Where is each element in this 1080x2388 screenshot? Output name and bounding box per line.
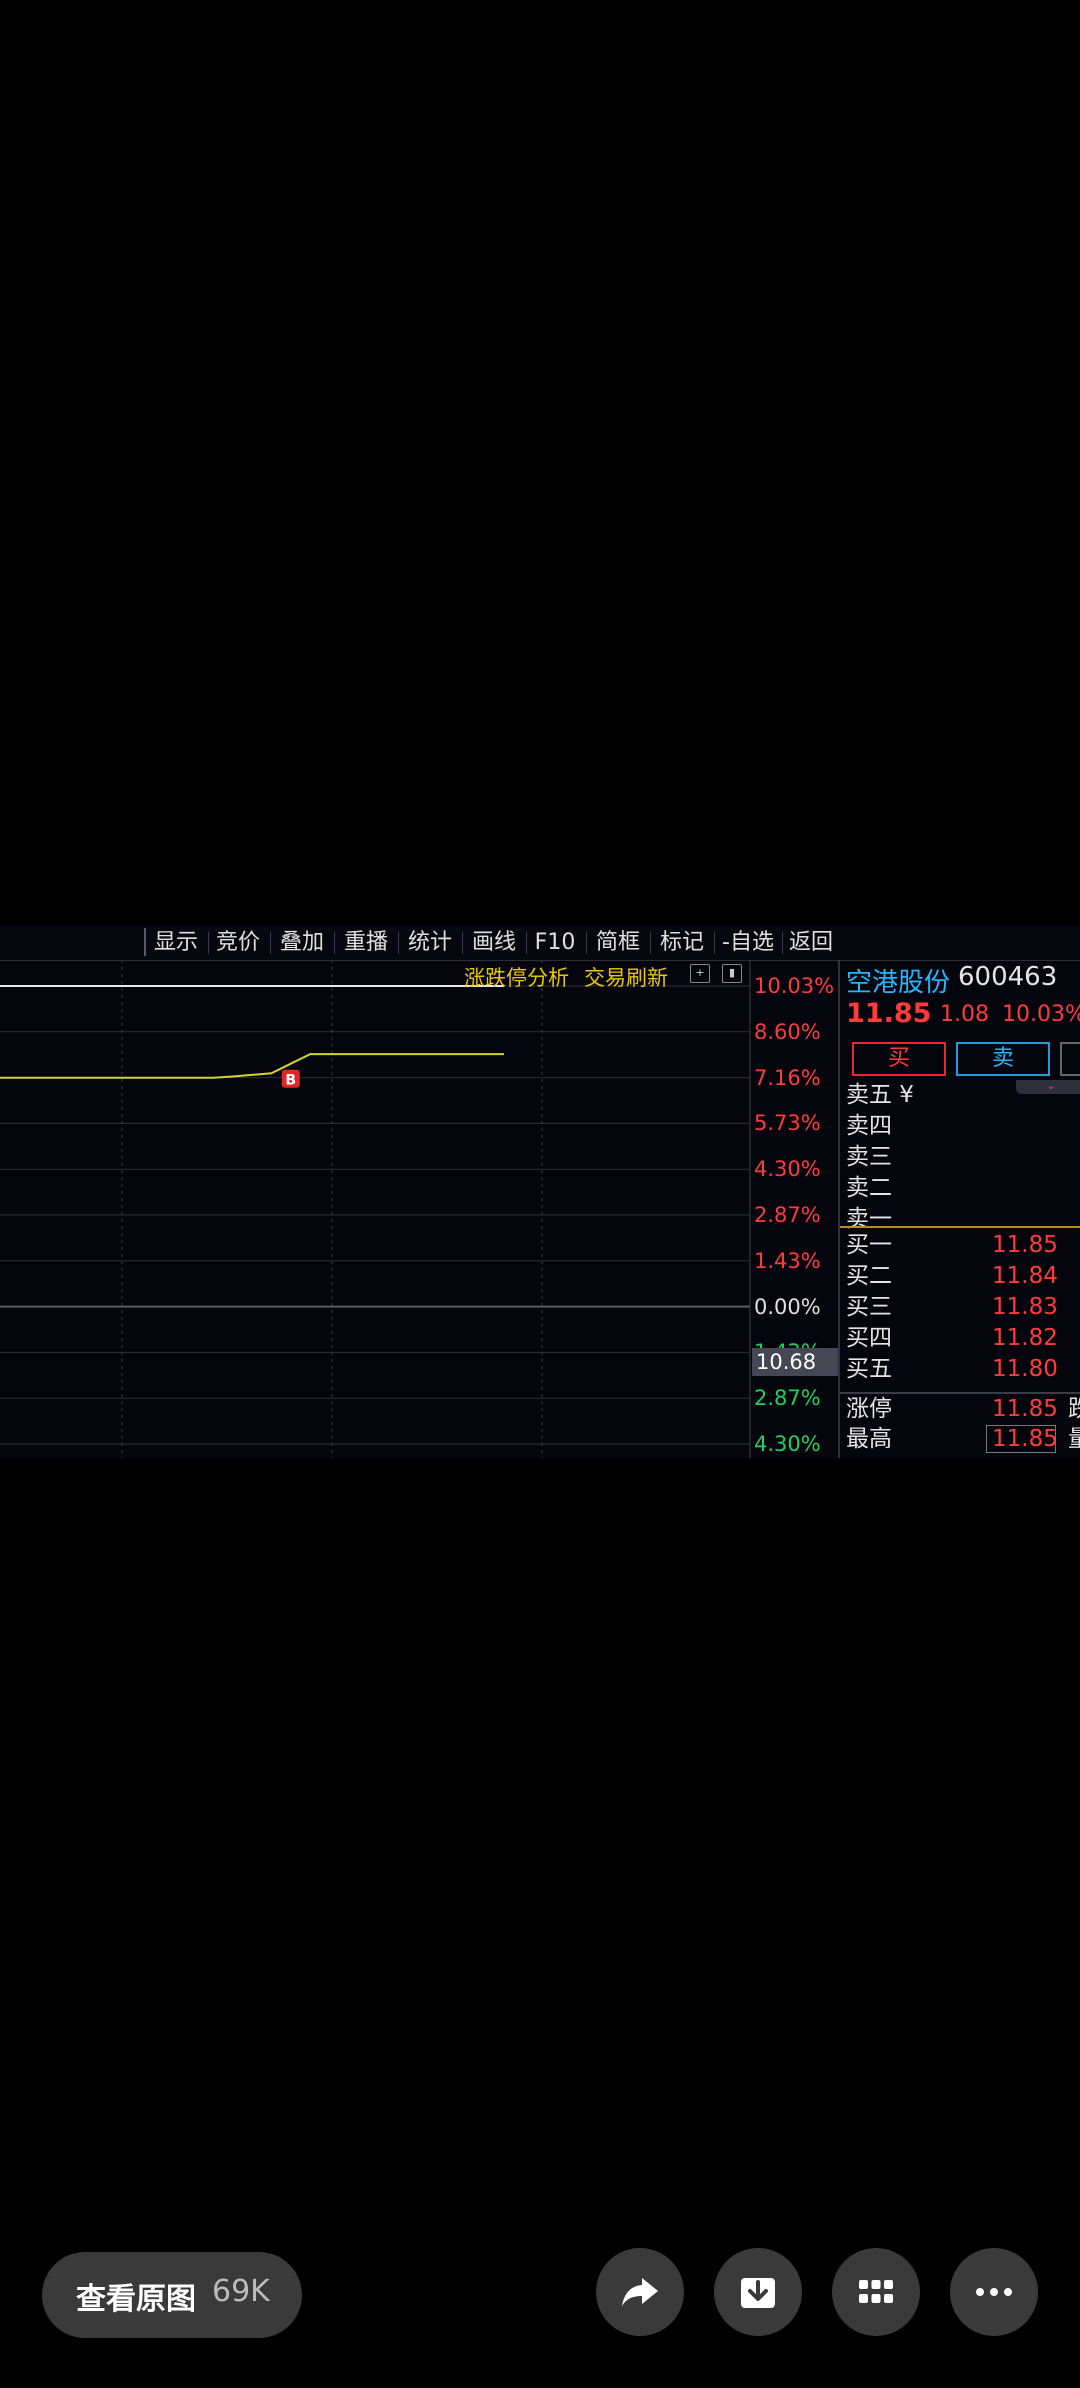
axis-tick-label: 8.60% bbox=[754, 1019, 821, 1044]
limit-up-label: 涨停 bbox=[846, 1396, 892, 1422]
more-button[interactable] bbox=[950, 2248, 1038, 2336]
more-trade-button[interactable] bbox=[1060, 1042, 1080, 1076]
menu-divider bbox=[144, 928, 146, 956]
ask-row: 卖二 bbox=[846, 1173, 1080, 1203]
high-label: 最高 bbox=[846, 1426, 892, 1452]
grid-button[interactable] bbox=[832, 2248, 920, 2336]
orderbook-divider bbox=[840, 1226, 1080, 1228]
menu-watchlist-remove[interactable]: -自选 bbox=[716, 926, 780, 960]
volume-label: 量 bbox=[1068, 1426, 1080, 1452]
quote-panel: 空港股份 600463 11.85 1.08 10.03% 买 卖 ⌄ 卖五 ¥… bbox=[838, 960, 1080, 1458]
view-original-button[interactable]: 查看原图 69K bbox=[42, 2252, 302, 2338]
bid-row: 买一 11.85 bbox=[846, 1230, 1080, 1260]
screenshot-region: 显示 竞价 叠加 重播 统计 画线 F10 简框 标记 -自选 返回 B 涨跌停… bbox=[0, 926, 1080, 1458]
ask-label: 卖四 bbox=[846, 1113, 892, 1139]
menu-separator bbox=[462, 932, 463, 954]
download-button[interactable] bbox=[714, 2248, 802, 2336]
bid-price: 11.82 bbox=[992, 1325, 1058, 1351]
intraday-chart[interactable]: B 涨跌停分析 交易刷新 + ▮ 10.03% 8.60% 7.16% 5.73% 4.… bbox=[0, 960, 838, 1458]
ask-row: 卖三 bbox=[846, 1142, 1080, 1172]
menu-separator bbox=[398, 932, 399, 954]
image-size: 69K bbox=[212, 2274, 270, 2309]
bid-row: 买四 11.82 bbox=[846, 1323, 1080, 1353]
menu-replay[interactable]: 重播 bbox=[338, 926, 394, 960]
trade-refresh-link[interactable]: 交易刷新 bbox=[584, 962, 668, 992]
menu-display[interactable]: 显示 bbox=[150, 926, 202, 960]
menu-separator bbox=[586, 932, 587, 954]
share-button[interactable] bbox=[596, 2248, 684, 2336]
menu-auction[interactable]: 竞价 bbox=[212, 926, 264, 960]
menu-separator bbox=[650, 932, 651, 954]
buy-marker: B bbox=[281, 1069, 300, 1089]
axis-tick-label: 7.16% bbox=[754, 1065, 821, 1090]
bid-row: 买二 11.84 bbox=[846, 1261, 1080, 1291]
bid-price: 11.83 bbox=[992, 1294, 1058, 1320]
bid-row: 买五 11.80 bbox=[846, 1354, 1080, 1384]
bid-label: 买四 bbox=[846, 1325, 892, 1351]
axis-tick-label: 2.87% bbox=[754, 1386, 821, 1411]
menu-back[interactable]: 返回 bbox=[784, 926, 838, 960]
menu-f10[interactable]: F10 bbox=[530, 926, 580, 960]
last-price: 11.85 bbox=[846, 998, 932, 1029]
chart-canvas: B bbox=[0, 960, 751, 1458]
price-change-pct: 10.03% bbox=[1002, 1002, 1080, 1027]
menu-separator bbox=[782, 932, 783, 954]
ask-label: 卖二 bbox=[846, 1175, 892, 1201]
ask-label: 卖五 ¥ bbox=[846, 1082, 914, 1108]
ask-row: 卖五 ¥ bbox=[846, 1080, 1080, 1110]
menu-mark[interactable]: 标记 bbox=[654, 926, 710, 960]
bid-label: 买三 bbox=[846, 1294, 892, 1320]
axis-tick-label: 1.43% bbox=[754, 1248, 821, 1273]
high-row: 最高 11.85 量 bbox=[846, 1424, 1080, 1454]
more-icon bbox=[976, 2288, 1012, 2296]
high-value: 11.85 bbox=[992, 1426, 1058, 1452]
axis-tick-label: 2.87% bbox=[754, 1203, 821, 1227]
zoom-in-icon[interactable]: + bbox=[690, 964, 710, 983]
menu-bar: 显示 竞价 叠加 重播 统计 画线 F10 简框 标记 -自选 返回 bbox=[0, 926, 1080, 961]
bid-price: 11.85 bbox=[992, 1232, 1058, 1258]
view-original-label: 查看原图 bbox=[76, 2282, 196, 2317]
axis-tick-label: 5.73% bbox=[754, 1111, 821, 1136]
price-change: 1.08 bbox=[940, 1002, 989, 1027]
menu-separator bbox=[526, 932, 527, 954]
panel-toggle-icon[interactable]: ▮ bbox=[722, 964, 742, 983]
bid-price: 11.80 bbox=[992, 1356, 1058, 1382]
ask-row: 卖四 bbox=[846, 1111, 1080, 1141]
grid-icon bbox=[859, 2280, 893, 2303]
menu-separator bbox=[714, 932, 715, 954]
stock-name: 空港股份 bbox=[846, 968, 951, 998]
bid-price: 11.84 bbox=[992, 1263, 1058, 1289]
stock-code: 600463 bbox=[958, 962, 1058, 992]
ask-label: 卖三 bbox=[846, 1144, 892, 1170]
crosshair-price-label: 10.68 bbox=[752, 1348, 838, 1376]
limit-analysis-link[interactable]: 涨跌停分析 bbox=[464, 962, 569, 992]
menu-simple-frame[interactable]: 简框 bbox=[590, 926, 646, 960]
axis-tick-label: 10.03% bbox=[754, 974, 835, 998]
limit-up-value: 11.85 bbox=[992, 1396, 1058, 1422]
menu-overlay[interactable]: 叠加 bbox=[274, 926, 330, 960]
menu-separator bbox=[208, 932, 209, 954]
download-icon bbox=[741, 2278, 775, 2308]
price-line bbox=[0, 1053, 504, 1079]
axis-tick-label: 4.30% bbox=[754, 1432, 821, 1456]
share-icon bbox=[622, 2278, 658, 2306]
menu-separator bbox=[270, 932, 271, 954]
menu-separator bbox=[334, 932, 335, 954]
sell-button[interactable]: 卖 bbox=[956, 1042, 1050, 1076]
bid-label: 买五 bbox=[846, 1356, 892, 1382]
buy-button[interactable]: 买 bbox=[852, 1042, 946, 1076]
axis-tick-label: 4.30% bbox=[754, 1157, 821, 1182]
menu-draw[interactable]: 画线 bbox=[466, 926, 522, 960]
axis-tick-label: 0.00% bbox=[754, 1294, 821, 1319]
limit-row: 涨停 11.85 跌 bbox=[846, 1394, 1080, 1424]
bid-label: 买一 bbox=[846, 1232, 892, 1258]
limit-down-label: 跌 bbox=[1068, 1396, 1080, 1422]
bid-label: 买二 bbox=[846, 1263, 892, 1289]
menu-statistics[interactable]: 统计 bbox=[402, 926, 458, 960]
buy-marker-label: B bbox=[285, 1073, 296, 1089]
bid-row: 买三 11.83 bbox=[846, 1292, 1080, 1322]
